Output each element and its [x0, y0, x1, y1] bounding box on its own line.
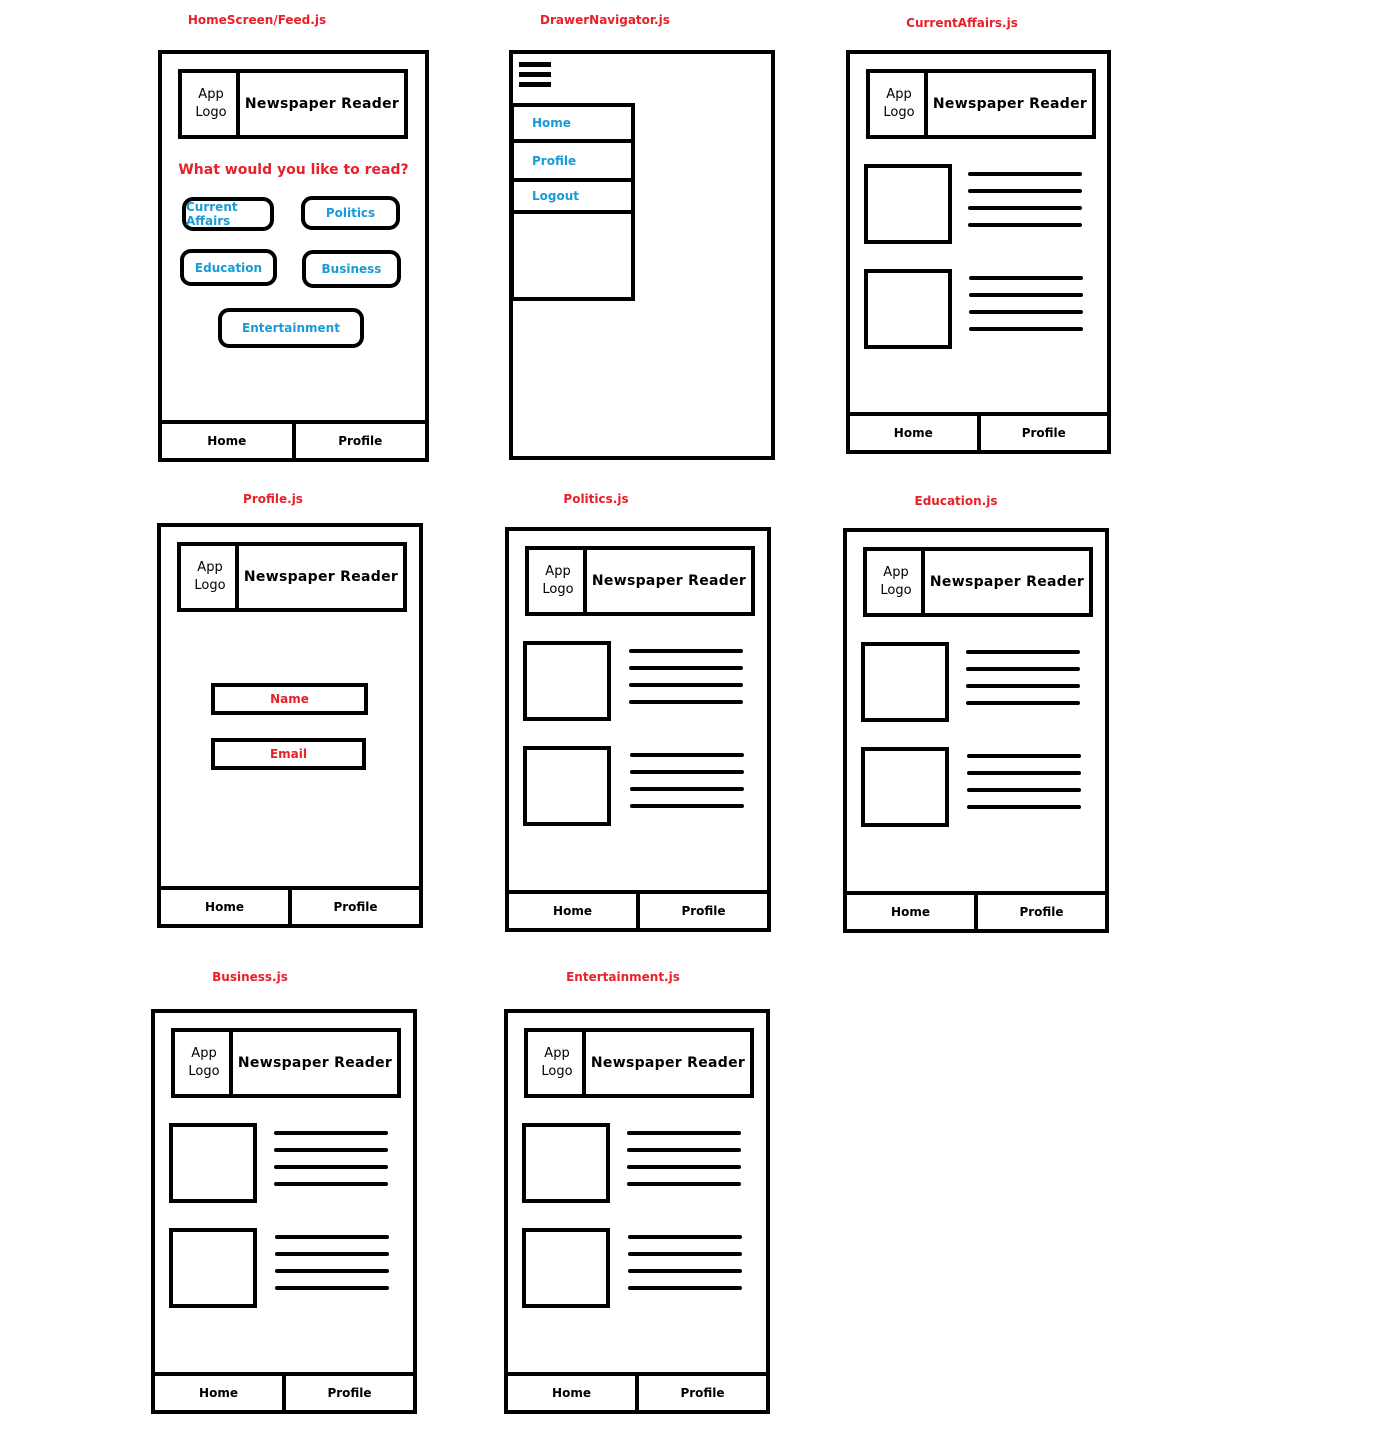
- nav-profile-tab[interactable]: Profile: [282, 1376, 413, 1410]
- education-wireframe: App Logo Newspaper Reader Home Profile: [843, 528, 1109, 933]
- nav-home-tab[interactable]: Home: [162, 424, 292, 458]
- article-thumbnail: [523, 641, 611, 721]
- app-header: App Logo Newspaper Reader: [171, 1028, 401, 1098]
- app-title: Newspaper Reader: [929, 574, 1085, 590]
- app-title: Newspaper Reader: [237, 1055, 393, 1071]
- caption-drawer-navigator: DrawerNavigator.js: [540, 13, 670, 27]
- caption-profile: Profile.js: [243, 492, 303, 506]
- article-text-lines: [968, 172, 1082, 240]
- drawer-item-logout[interactable]: Logout: [514, 182, 631, 214]
- caption-education: Education.js: [914, 494, 998, 508]
- article-thumbnail: [169, 1228, 257, 1308]
- app-logo: App Logo: [529, 550, 587, 612]
- category-entertainment-button[interactable]: Entertainment: [218, 308, 364, 348]
- app-title: Newspaper Reader: [932, 96, 1088, 112]
- article-text-lines: [629, 649, 743, 717]
- app-logo: App Logo: [528, 1032, 586, 1094]
- article-text-lines: [966, 650, 1080, 718]
- app-header: App Logo Newspaper Reader: [177, 542, 407, 612]
- name-field[interactable]: Name: [211, 683, 368, 715]
- article-text-lines: [274, 1131, 388, 1199]
- article-thumbnail: [861, 642, 949, 722]
- nav-profile-tab[interactable]: Profile: [636, 894, 767, 928]
- nav-profile-tab[interactable]: Profile: [974, 895, 1105, 929]
- app-header: App Logo Newspaper Reader: [863, 547, 1093, 617]
- caption-current-affairs: CurrentAffairs.js: [906, 16, 1018, 30]
- article-thumbnail: [864, 164, 952, 244]
- nav-home-tab[interactable]: Home: [508, 1376, 635, 1410]
- category-politics-button[interactable]: Politics: [301, 196, 400, 230]
- article-thumbnail: [522, 1228, 610, 1308]
- article-text-lines: [967, 754, 1081, 822]
- article-thumbnail: [864, 269, 952, 349]
- article-thumbnail: [861, 747, 949, 827]
- bottom-nav: Home Profile: [505, 890, 771, 932]
- app-header: App Logo Newspaper Reader: [525, 546, 755, 616]
- nav-home-tab[interactable]: Home: [155, 1376, 282, 1410]
- bottom-nav: Home Profile: [846, 412, 1111, 454]
- app-logo: App Logo: [175, 1032, 233, 1094]
- article-text-lines: [628, 1235, 742, 1303]
- app-logo: App Logo: [870, 73, 928, 135]
- app-header: App Logo Newspaper Reader: [866, 69, 1096, 139]
- drawer-item-profile[interactable]: Profile: [514, 143, 631, 182]
- nav-profile-tab[interactable]: Profile: [288, 890, 419, 924]
- app-logo: App Logo: [182, 73, 240, 135]
- email-field[interactable]: Email: [211, 738, 366, 770]
- article-text-lines: [275, 1235, 389, 1303]
- current-affairs-wireframe: App Logo Newspaper Reader Home Profile: [846, 50, 1111, 454]
- category-business-button[interactable]: Business: [302, 250, 401, 288]
- bottom-nav: Home Profile: [157, 886, 423, 928]
- nav-home-tab[interactable]: Home: [850, 416, 977, 450]
- nav-profile-tab[interactable]: Profile: [635, 1376, 766, 1410]
- category-education-button[interactable]: Education: [180, 249, 277, 286]
- caption-entertainment: Entertainment.js: [566, 970, 680, 984]
- app-title: Newspaper Reader: [590, 1055, 746, 1071]
- nav-home-tab[interactable]: Home: [509, 894, 636, 928]
- bottom-nav: Home Profile: [504, 1372, 770, 1414]
- app-header: App Logo Newspaper Reader: [524, 1028, 754, 1098]
- category-current-affairs-button[interactable]: Current Affairs: [182, 197, 274, 231]
- hamburger-menu-icon[interactable]: [519, 62, 551, 92]
- nav-home-tab[interactable]: Home: [847, 895, 974, 929]
- caption-business: Business.js: [212, 970, 288, 984]
- app-title: Newspaper Reader: [244, 96, 400, 112]
- caption-politics: Politics.js: [563, 492, 629, 506]
- drawer-navigator-wireframe: Home Profile Logout: [509, 50, 775, 460]
- entertainment-wireframe: App Logo Newspaper Reader Home Profile: [504, 1009, 770, 1414]
- home-screen-wireframe: App Logo Newspaper Reader What would you …: [158, 50, 429, 462]
- app-title: Newspaper Reader: [591, 573, 747, 589]
- app-logo: App Logo: [181, 546, 239, 608]
- politics-wireframe: App Logo Newspaper Reader Home Profile: [505, 527, 771, 932]
- app-logo: App Logo: [867, 551, 925, 613]
- business-wireframe: App Logo Newspaper Reader Home Profile: [151, 1009, 417, 1414]
- drawer-menu: Home Profile Logout: [511, 103, 635, 301]
- app-header: App Logo Newspaper Reader: [178, 69, 408, 139]
- nav-home-tab[interactable]: Home: [161, 890, 288, 924]
- article-text-lines: [630, 753, 744, 821]
- bottom-nav: Home Profile: [151, 1372, 417, 1414]
- bottom-nav: Home Profile: [843, 891, 1109, 933]
- profile-wireframe: App Logo Newspaper Reader Name Email Home…: [157, 523, 423, 928]
- nav-profile-tab[interactable]: Profile: [976, 416, 1108, 450]
- article-text-lines: [969, 276, 1083, 344]
- drawer-item-home[interactable]: Home: [514, 107, 631, 143]
- article-thumbnail: [523, 746, 611, 826]
- article-thumbnail: [522, 1123, 610, 1203]
- article-text-lines: [627, 1131, 741, 1199]
- article-thumbnail: [169, 1123, 257, 1203]
- app-title: Newspaper Reader: [243, 569, 399, 585]
- bottom-nav: Home Profile: [158, 420, 429, 462]
- read-question: What would you like to read?: [178, 162, 409, 178]
- nav-profile-tab[interactable]: Profile: [291, 424, 426, 458]
- caption-home-screen: HomeScreen/Feed.js: [187, 13, 327, 27]
